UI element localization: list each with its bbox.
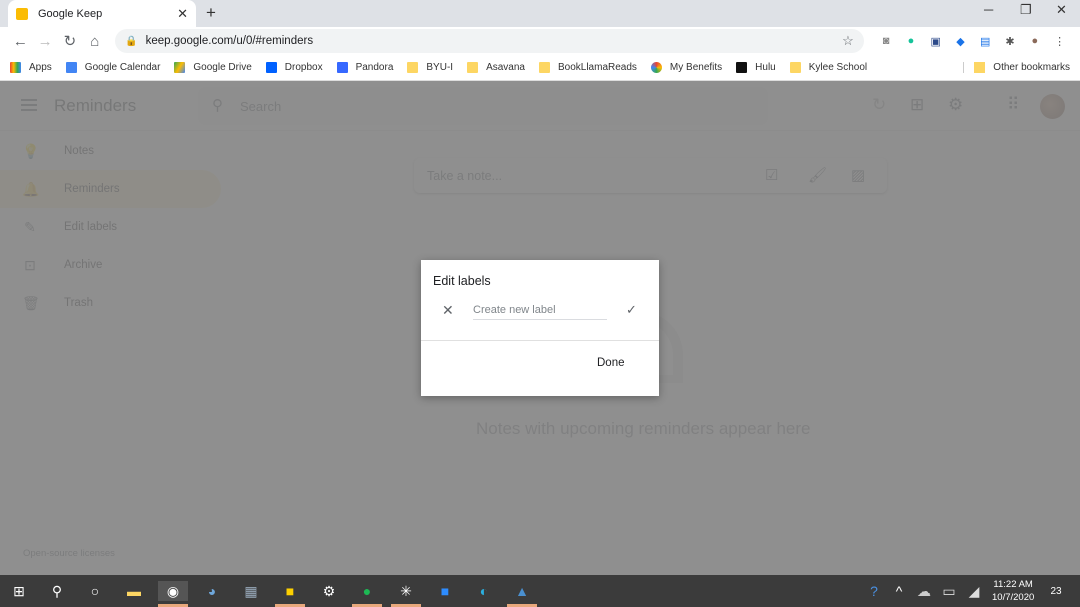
bookmark-label: Google Calendar	[84, 62, 161, 73]
reader-extension-icon[interactable]: ▣	[923, 34, 948, 48]
drive-icon	[174, 62, 186, 73]
browser-tab[interactable]: Google Keep ✕	[8, 0, 196, 27]
windows-start-icon[interactable]: ⊞	[9, 581, 29, 601]
url-text: keep.google.com/u/0/#reminders	[145, 35, 314, 47]
address-bar[interactable]: 🔒 keep.google.com/u/0/#reminders ☆	[115, 29, 864, 53]
bookmark-hulu[interactable]: Hulu	[736, 62, 776, 73]
bookmark-label: Asavana	[486, 62, 525, 73]
edit-labels-dialog: Edit labels ✕ ✓ Done	[421, 260, 659, 396]
bookmark-pandora[interactable]: Pandora	[336, 62, 394, 73]
zoom-icon[interactable]: ■	[435, 581, 455, 601]
restore-button[interactable]: ❐	[1020, 2, 1032, 18]
back-icon[interactable]: ←	[8, 33, 33, 50]
bookmark-label: Other bookmarks	[993, 62, 1070, 73]
grammarly-extension-icon[interactable]: ●	[899, 34, 924, 48]
clock-date: 10/7/2020	[992, 592, 1035, 603]
apps-grid-icon	[10, 62, 21, 73]
bookmark-label: Kylee School	[808, 62, 868, 73]
bookmark-google-drive[interactable]: Google Drive	[174, 62, 252, 73]
bookmark-label: My Benefits	[669, 62, 723, 73]
windows-taskbar: ⊞ ⚲ ○ ▬ ◉ ◕ ▦ ■ ⚙ ● ✳ ■ ◐ ▲ ? ^ ☁ ▭ ◢ 11…	[0, 575, 1080, 607]
new-label-input[interactable]	[473, 301, 607, 320]
keep-app: Reminders ⚲ Search ↻ ⊞ ⚙ ⠿ 💡Notes 🔔Remin…	[0, 81, 1080, 575]
bookmark-label: Hulu	[755, 62, 776, 73]
other-bookmarks[interactable]: Other bookmarks	[963, 62, 1070, 73]
lock-icon: 🔒	[125, 35, 138, 47]
minimize-button[interactable]: ─	[984, 2, 993, 17]
folder-icon	[789, 62, 801, 73]
bookmark-label: Pandora	[355, 62, 394, 73]
create-label-check-icon[interactable]: ✓	[626, 302, 637, 318]
browser-toolbar: ← → ↻ ⌂ 🔒 keep.google.com/u/0/#reminders…	[0, 27, 1080, 55]
calendar-extension-icon[interactable]: ▤	[973, 34, 998, 48]
dialog-divider	[421, 340, 659, 341]
sticky-notes-icon[interactable]: ■	[280, 581, 300, 601]
home-icon[interactable]: ⌂	[82, 33, 107, 50]
tab-title: Google Keep	[38, 7, 103, 20]
cortana-icon[interactable]: ○	[85, 581, 105, 601]
notification-count: 23	[1050, 585, 1062, 597]
done-button[interactable]: Done	[597, 357, 625, 369]
help-icon[interactable]: ?	[864, 581, 884, 601]
keep-favicon-icon	[16, 7, 28, 20]
bookmark-label: BookLlamaReads	[557, 62, 637, 73]
calendar-icon	[65, 62, 77, 73]
extensions-puzzle-icon[interactable]: ✱	[998, 34, 1023, 48]
bookmark-bookllamareads[interactable]: BookLlamaReads	[538, 62, 637, 73]
reload-icon[interactable]: ↻	[58, 32, 83, 50]
chrome-taskbar-icon[interactable]: ◉	[158, 581, 188, 601]
slack-icon[interactable]: ✳	[396, 581, 416, 601]
clock[interactable]: 11:22 AM 10/7/2020	[992, 578, 1034, 604]
bookmark-kylee-school[interactable]: Kylee School	[789, 62, 868, 73]
battery-icon[interactable]: ▭	[939, 581, 959, 601]
search-taskbar-icon[interactable]: ⚲	[47, 581, 67, 601]
camera-extension-icon[interactable]: ◙	[874, 34, 899, 48]
onedrive-error-icon[interactable]: ☁	[914, 581, 934, 601]
folder-icon	[407, 62, 419, 73]
folder-icon	[467, 62, 479, 73]
bookmark-dropbox[interactable]: Dropbox	[265, 62, 323, 73]
photos-icon[interactable]: ▲	[512, 581, 532, 601]
wifi-icon[interactable]: ◢	[964, 581, 984, 601]
bookmark-star-icon[interactable]: ☆	[842, 33, 854, 49]
bookmark-google-calendar[interactable]: Google Calendar	[65, 62, 161, 73]
calculator-icon[interactable]: ▦	[241, 581, 261, 601]
more-menu-icon[interactable]: ⋮	[1047, 34, 1072, 48]
tab-close-icon[interactable]: ✕	[177, 6, 188, 22]
pandora-icon	[336, 62, 348, 73]
benefits-icon	[650, 62, 662, 73]
show-hidden-icons-chevron[interactable]: ^	[889, 581, 909, 601]
bookmark-label: Apps	[29, 62, 52, 73]
settings-taskbar-icon[interactable]: ⚙	[319, 581, 339, 601]
forward-icon[interactable]: →	[33, 33, 58, 50]
bookmark-asavana[interactable]: Asavana	[467, 62, 525, 73]
bookmark-label: BYU-I	[426, 62, 454, 73]
edge-icon[interactable]: ◐	[474, 581, 494, 601]
bookmark-byu-i[interactable]: BYU-I	[407, 62, 453, 73]
file-explorer-icon[interactable]: ▬	[124, 581, 144, 601]
close-window-button[interactable]: ✕	[1056, 2, 1067, 18]
notification-center-icon[interactable]: 23	[1046, 581, 1066, 601]
bookmark-label: Dropbox	[284, 62, 323, 73]
folder-icon	[538, 62, 550, 73]
bookmark-label: Google Drive	[193, 62, 252, 73]
spotify-icon[interactable]: ●	[357, 581, 377, 601]
check-extension-icon[interactable]: ◆	[948, 34, 973, 48]
profile-avatar-icon[interactable]: ●	[1022, 34, 1047, 48]
dropbox-icon	[265, 62, 277, 73]
hulu-icon	[736, 62, 748, 73]
bookmarks-bar: Apps Google Calendar Google Drive Dropbo…	[0, 55, 1080, 81]
mail-icon[interactable]: ◕	[202, 581, 222, 601]
browser-tab-strip: Google Keep ✕ + ─ ❐ ✕	[0, 0, 1080, 27]
bookmark-apps[interactable]: Apps	[10, 62, 52, 73]
folder-icon	[974, 62, 986, 73]
cancel-label-close-icon[interactable]: ✕	[442, 302, 454, 319]
dialog-title: Edit labels	[433, 274, 491, 288]
new-tab-button[interactable]: +	[206, 3, 216, 23]
bookmark-my-benefits[interactable]: My Benefits	[650, 62, 723, 73]
clock-time: 11:22 AM	[993, 579, 1033, 590]
